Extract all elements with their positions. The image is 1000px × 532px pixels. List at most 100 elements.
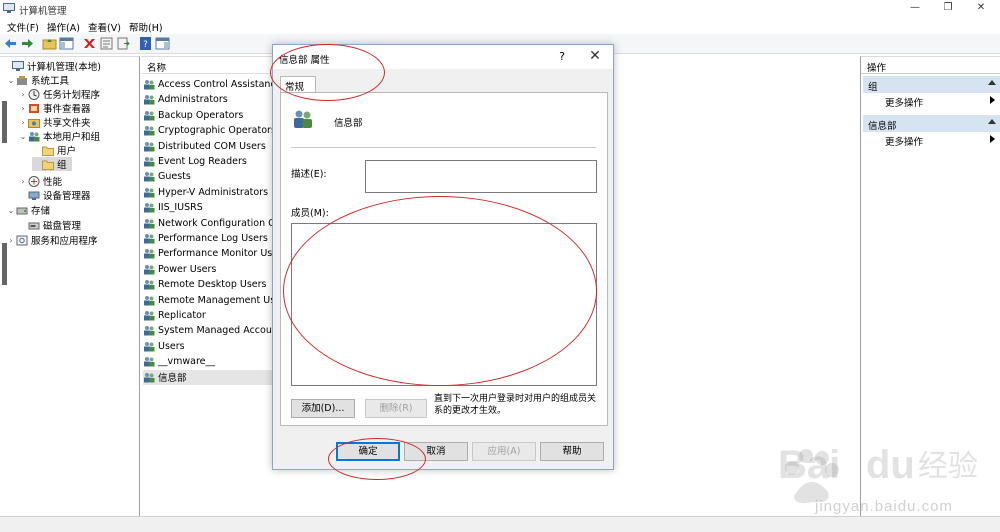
collapse-chevron-icon[interactable]: ⌄ (6, 206, 16, 215)
svg-text:du: du (866, 443, 915, 487)
list-item-label: Access Control Assistance (158, 79, 276, 90)
tree-item-users[interactable]: 用户 (32, 143, 76, 157)
list-item-label: Power Users (158, 263, 217, 275)
list-item[interactable]: __vmware__ (143, 354, 276, 369)
list-item[interactable]: Replicator (143, 308, 276, 323)
watermark-url: jingyan.baidu.com (815, 498, 953, 515)
list-item[interactable]: Administrators (143, 92, 276, 107)
performance-icon (28, 175, 40, 187)
remove-member-button[interactable]: 删除(R) (365, 399, 427, 418)
back-arrow-icon[interactable] (3, 36, 18, 51)
list-item[interactable]: Access Control Assistance (143, 77, 276, 92)
tree-item-shared-folders[interactable]: › 共享文件夹 (18, 115, 90, 130)
tree-item-device-manager[interactable]: 设备管理器 (18, 188, 91, 202)
expand-chevron-icon[interactable]: › (18, 104, 28, 113)
forward-arrow-icon[interactable] (20, 36, 35, 51)
list-item[interactable]: 信息部 (143, 369, 276, 385)
group-icon (144, 341, 155, 352)
tree-item-computer-management[interactable]: 计算机管理(本地) (2, 59, 101, 73)
up-folder-icon[interactable] (42, 36, 57, 51)
more-actions-xinxibu[interactable]: 更多操作 (883, 133, 999, 148)
apply-button[interactable]: 应用(A) (472, 442, 536, 461)
list-item[interactable]: Distributed COM Users (143, 139, 276, 154)
tree-item-disk-management[interactable]: 磁盘管理 (18, 218, 81, 232)
list-item[interactable]: Remote Management User (143, 293, 276, 308)
expand-chevron-icon[interactable]: › (18, 177, 28, 186)
export-list-icon[interactable] (116, 36, 131, 51)
collapse-chevron-icon[interactable]: ⌄ (18, 132, 28, 141)
list-item-label: Cryptographic Operators (158, 125, 276, 137)
collapse-chevron-icon[interactable]: ⌄ (6, 76, 16, 85)
collapse-triangle-icon[interactable] (988, 80, 996, 85)
more-actions-label: 更多操作 (885, 98, 924, 109)
tree-item-local-users-groups[interactable]: ⌄ 本地用户和组 (18, 129, 100, 143)
collapse-triangle-icon[interactable] (988, 119, 996, 124)
description-label: 描述(E): (291, 169, 327, 180)
menu-file[interactable]: 文件(F) (7, 20, 39, 34)
more-actions-groups[interactable]: 更多操作 (883, 94, 999, 109)
list-item[interactable]: Performance Log Users (143, 231, 276, 246)
list-item[interactable]: Performance Monitor User (143, 246, 276, 261)
menu-view[interactable]: 查看(V) (88, 20, 121, 34)
computer-management-icon (3, 3, 15, 13)
list-item[interactable]: System Managed Accounts (143, 323, 276, 338)
list-item[interactable]: Hyper-V Administrators (143, 185, 276, 200)
local-users-groups-icon (29, 131, 40, 141)
maximize-button[interactable]: ❐ (933, 0, 963, 17)
menu-help[interactable]: 帮助(H) (129, 20, 163, 34)
list-item-label: Remote Desktop Users (158, 279, 267, 291)
list-item[interactable]: Backup Operators (143, 108, 276, 123)
tree-item-label: 磁盘管理 (43, 221, 82, 232)
list-header[interactable]: 名称 (141, 57, 276, 74)
list-item[interactable]: Power Users (143, 262, 276, 277)
delete-icon[interactable] (82, 36, 97, 51)
tree-scrollbar-thumb[interactable] (2, 101, 7, 143)
action-section-groups[interactable]: 组 (863, 76, 1000, 93)
add-member-button[interactable]: 添加(D)... (291, 399, 355, 418)
dialog-close-button[interactable]: ✕ (587, 48, 603, 64)
task-scheduler-icon (28, 88, 40, 100)
list-item-label: Backup Operators (158, 109, 244, 121)
group-icon (144, 141, 155, 152)
list-item[interactable]: IIS_IUSRS (143, 200, 276, 215)
list-item-label: Network Configuration Op (158, 217, 276, 229)
list-item[interactable]: Cryptographic Operators (143, 123, 276, 138)
menu-action[interactable]: 操作(A) (47, 20, 80, 34)
list-item-label: IIS_IUSRS (158, 202, 203, 214)
tree-item-services-apps[interactable]: › 服务和应用程序 (6, 233, 98, 247)
window-title: 计算机管理 (19, 6, 67, 17)
list-item-label: Performance Log Users (158, 233, 268, 244)
action-section-xinxibu[interactable]: 信息部 (863, 115, 1000, 132)
expand-chevron-icon[interactable]: › (18, 118, 28, 127)
group-icon (144, 157, 155, 167)
close-button[interactable]: ✕ (966, 0, 996, 17)
help-book-icon[interactable]: ? (138, 36, 153, 51)
help-button[interactable]: 帮助 (540, 442, 604, 461)
minimize-button[interactable]: — (900, 0, 930, 17)
expand-chevron-icon[interactable]: › (6, 236, 16, 245)
action-section-label: 信息部 (868, 121, 897, 132)
properties-icon[interactable] (99, 36, 114, 51)
group-icon (144, 295, 155, 306)
list-item[interactable]: Network Configuration Op (143, 216, 276, 231)
expand-chevron-icon[interactable]: › (18, 90, 28, 99)
show-hide-action-pane-icon[interactable] (155, 36, 170, 51)
tree-item-groups[interactable]: 组 (32, 157, 72, 171)
tree-item-task-scheduler[interactable]: › 任务计划程序 (18, 87, 100, 101)
tree-item-label: 系统工具 (31, 76, 70, 87)
list-item[interactable]: Event Log Readers (143, 154, 276, 169)
window-titlebar: 计算机管理 — ❐ ✕ (0, 0, 1000, 17)
list-item[interactable]: Remote Desktop Users (143, 277, 276, 292)
tree-scrollbar-thumb-lower[interactable] (2, 243, 7, 285)
tree-item-storage[interactable]: ⌄ 存储 (6, 203, 50, 218)
tree-item-event-viewer[interactable]: › 事件查看器 (18, 101, 91, 115)
dialog-help-button[interactable]: ? (555, 50, 569, 64)
tree-item-performance[interactable]: › 性能 (18, 174, 62, 188)
show-hide-tree-icon[interactable] (59, 36, 74, 51)
description-field[interactable] (365, 160, 597, 193)
column-name-header[interactable]: 名称 (147, 60, 166, 74)
list-item[interactable]: Guests (143, 169, 276, 184)
group-icon (144, 372, 155, 383)
list-item[interactable]: Users (143, 339, 276, 354)
tree-item-system-tools[interactable]: ⌄ 系统工具 (6, 73, 69, 87)
